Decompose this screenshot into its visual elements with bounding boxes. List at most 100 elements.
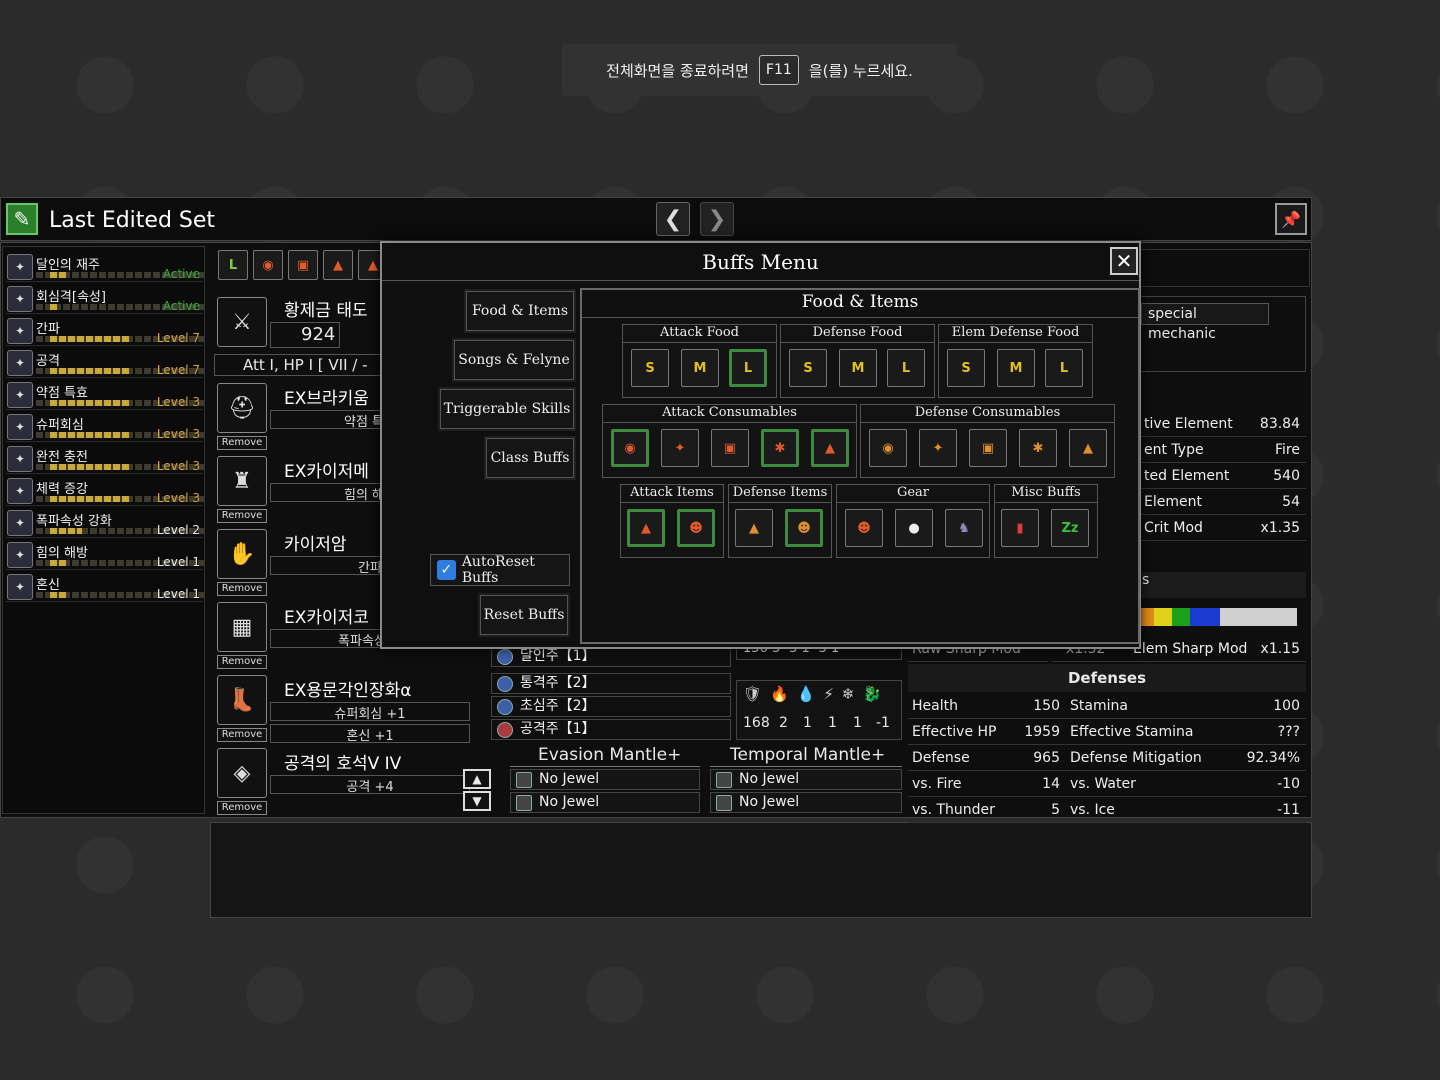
skill-row[interactable]: ✦ 슈퍼회심 Level 3: [6, 411, 204, 442]
skill-row[interactable]: ✦ 혼신 Level 1: [6, 571, 204, 602]
mantle-2-jewel-1[interactable]: No Jewel: [710, 769, 902, 790]
attack-food-s-icon[interactable]: S: [631, 349, 669, 387]
armor-name: EX카이저메: [284, 462, 369, 482]
mantle-1[interactable]: Evasion Mantle+: [510, 745, 700, 767]
misc-buffs-group: Misc Buffs ▮ Zz: [994, 484, 1098, 558]
armor-icon[interactable]: ◈: [217, 748, 267, 798]
skill-row[interactable]: ✦ 약점 특효 Level 3: [6, 379, 204, 410]
close-icon[interactable]: ✕: [1110, 247, 1138, 275]
armor-icon[interactable]: 👢: [217, 675, 267, 725]
reset-buffs-button[interactable]: Reset Buffs: [478, 593, 570, 637]
remove-button[interactable]: Remove: [217, 655, 267, 669]
jewel-name: No Jewel: [539, 771, 600, 787]
remove-button[interactable]: Remove: [217, 801, 267, 815]
skill-row[interactable]: ✦ 공격 Level 7: [6, 347, 204, 378]
elem-defense-food-l-icon[interactable]: L: [1045, 349, 1083, 387]
stat-label: Effective Stamina: [1070, 724, 1194, 740]
skill-level: Active: [162, 299, 200, 313]
mantle-1-jewel-1[interactable]: No Jewel: [510, 769, 700, 790]
stat-value: x1.35: [1260, 520, 1300, 536]
next-set-button[interactable]: ❯: [700, 202, 734, 236]
gear-buff-1-icon[interactable]: ☻: [845, 509, 883, 547]
skill-list: ✦ 달인의 재주 Active ✦ 회심격[속성] Active ✦ 간파 Level 7 ✦ 공격…: [2, 246, 205, 814]
sleep-icon[interactable]: Zz: [1051, 509, 1089, 547]
remove-button[interactable]: Remove: [217, 728, 267, 742]
defense-food-s-icon[interactable]: S: [789, 349, 827, 387]
mega-armorskin-icon[interactable]: ✦: [919, 429, 957, 467]
misc-buff-1-icon[interactable]: ▮: [1001, 509, 1039, 547]
armorskin-icon[interactable]: ◉: [869, 429, 907, 467]
remove-button[interactable]: Remove: [217, 582, 267, 596]
set-bottom-panel: [210, 822, 1312, 918]
elem-defense-food-m-icon[interactable]: M: [997, 349, 1035, 387]
charm-down-icon[interactable]: ▼: [463, 791, 491, 811]
buffs-title: Buffs Menu: [382, 243, 1139, 281]
category-class-buffs[interactable]: Class Buffs: [484, 436, 576, 480]
skill-row[interactable]: ✦ 달인의 재주 Active: [6, 251, 204, 282]
edit-icon: ✎: [6, 203, 38, 235]
jewel-slot[interactable]: 초심주【2】: [491, 696, 731, 717]
set-title: Last Edited Set: [49, 208, 216, 233]
skill-row[interactable]: ✦ 폭파속성 강화 Level 2: [6, 507, 204, 538]
jewel-slot[interactable]: 통격주【2】: [491, 673, 731, 694]
prev-set-button[interactable]: ❮: [656, 202, 690, 236]
defense-stat-row: vs. Fire 14: [908, 773, 1066, 797]
armorcharm-icon[interactable]: ▲: [1069, 429, 1107, 467]
powercharm-icon[interactable]: ▲: [811, 429, 849, 467]
adamant-pill-icon[interactable]: ✱: [1019, 429, 1057, 467]
stat-label: Health: [912, 698, 958, 714]
attack-food-m-icon[interactable]: M: [681, 349, 719, 387]
mantle-2[interactable]: Temporal Mantle+: [710, 745, 902, 767]
attack-consumables-group: Attack Consumables ◉ ✦ ▣ ✱ ▲: [602, 404, 857, 478]
mantle-2-jewel-2[interactable]: No Jewel: [710, 792, 902, 813]
skill-row[interactable]: ✦ 체력 증강 Level 3: [6, 475, 204, 506]
checkbox-checked-icon[interactable]: ✓: [437, 560, 456, 580]
might-pill-icon[interactable]: ✱: [761, 429, 799, 467]
skill-level: Level 3: [156, 427, 200, 441]
adamant-seed-icon[interactable]: ▣: [969, 429, 1007, 467]
defense-horn-icon[interactable]: ☻: [785, 509, 823, 547]
skill-row[interactable]: ✦ 완전 충전 Level 3: [6, 443, 204, 474]
stat-value: -11: [1277, 802, 1300, 818]
gear-buff-3-icon[interactable]: ♞: [945, 509, 983, 547]
element-icons: 🛡🔥💧⚡❄🐉: [743, 685, 890, 703]
armor-name: 공격의 호석V IV: [284, 754, 402, 774]
mantle-1-jewel-2[interactable]: No Jewel: [510, 792, 700, 813]
armor-icon[interactable]: ♜: [217, 456, 267, 506]
attack-food-l-icon[interactable]: L: [729, 349, 767, 387]
mega-demondrug-icon[interactable]: ✦: [661, 429, 699, 467]
skill-level-fill: [50, 560, 66, 566]
skill-level: Level 2: [156, 523, 200, 537]
defense-powder-icon[interactable]: ▲: [735, 509, 773, 547]
group-title: Gear: [837, 485, 989, 503]
skill-row[interactable]: ✦ 힘의 해방 Level 1: [6, 539, 204, 570]
weapon-icon[interactable]: ⚔: [217, 297, 267, 347]
armor-icon[interactable]: ⛑: [217, 383, 267, 433]
charm-up-icon[interactable]: ▲: [463, 769, 491, 789]
pin-icon[interactable]: 📌: [1275, 203, 1307, 235]
jewel-slot[interactable]: 달인주【1】: [491, 646, 731, 667]
armor-icon[interactable]: ▦: [217, 602, 267, 652]
defense-food-l-icon[interactable]: L: [887, 349, 925, 387]
autoreset-toggle[interactable]: ✓ AutoReset Buffs: [430, 554, 570, 586]
attack-consumable-icon: ◉: [253, 250, 283, 280]
empty-jewel-icon: [516, 795, 532, 811]
remove-button[interactable]: Remove: [217, 509, 267, 523]
defense-food-m-icon[interactable]: M: [839, 349, 877, 387]
gear-buff-2-icon[interactable]: ●: [895, 509, 933, 547]
armor-icon[interactable]: ✋: [217, 529, 267, 579]
category-songs-felyne[interactable]: Songs & Felyne: [452, 338, 576, 382]
skill-row[interactable]: ✦ 간파 Level 7: [6, 315, 204, 346]
attack-horn-icon[interactable]: ☻: [677, 509, 715, 547]
might-seed-icon[interactable]: ▣: [711, 429, 749, 467]
category-food-items[interactable]: Food & Items: [464, 289, 576, 333]
defense-items-group: Defense Items ▲ ☻: [728, 484, 832, 558]
jewel-slot[interactable]: 공격주【1】: [491, 719, 731, 740]
elem-defense-food-s-icon[interactable]: S: [947, 349, 985, 387]
stat-label: Effective HP: [912, 724, 997, 740]
attack-powder-icon[interactable]: ▲: [627, 509, 665, 547]
remove-button[interactable]: Remove: [217, 436, 267, 450]
skill-row[interactable]: ✦ 회심격[속성] Active: [6, 283, 204, 314]
demondrug-icon[interactable]: ◉: [611, 429, 649, 467]
category-triggerable-skills[interactable]: Triggerable Skills: [438, 387, 576, 431]
